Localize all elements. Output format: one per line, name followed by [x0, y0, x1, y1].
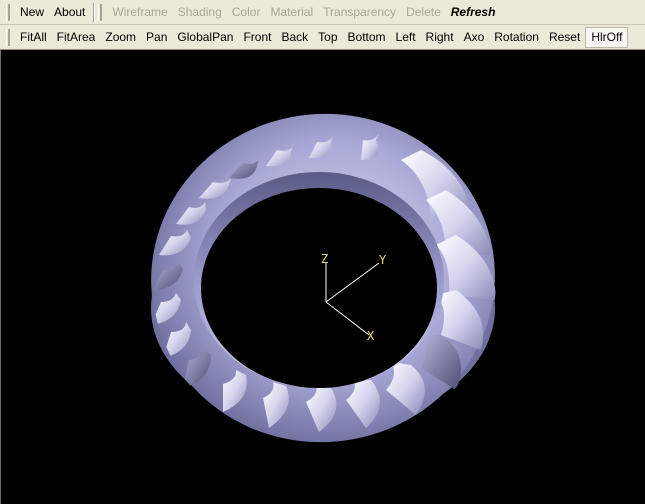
main-toolbar: New About Wireframe Shading Color Materi…: [0, 0, 645, 25]
about-button[interactable]: About: [49, 2, 90, 23]
right-view-button[interactable]: Right: [421, 27, 459, 48]
z-axis-label: Z: [321, 252, 328, 266]
shading-button[interactable]: Shading: [173, 2, 227, 23]
pan-button[interactable]: Pan: [141, 27, 172, 48]
color-button[interactable]: Color: [227, 2, 266, 23]
left-view-button[interactable]: Left: [391, 27, 421, 48]
toolbar-separator: [93, 2, 96, 22]
zoom-button[interactable]: Zoom: [100, 27, 141, 48]
toolbar-grip[interactable]: [6, 28, 10, 46]
top-view-button[interactable]: Top: [313, 27, 342, 48]
bottom-view-button[interactable]: Bottom: [343, 27, 391, 48]
material-button[interactable]: Material: [265, 2, 318, 23]
y-axis-label: Y: [379, 253, 387, 267]
hlroff-toggle-button[interactable]: HlrOff: [585, 26, 629, 48]
reset-button[interactable]: Reset: [544, 27, 585, 48]
toolbar-grip[interactable]: [6, 3, 10, 21]
turbine-rotor-model: [151, 113, 496, 443]
rotation-button[interactable]: Rotation: [489, 27, 544, 48]
wireframe-button[interactable]: Wireframe: [107, 2, 172, 23]
toolbar-grip[interactable]: [98, 3, 103, 21]
transparency-button[interactable]: Transparency: [318, 2, 401, 23]
globalpan-button[interactable]: GlobalPan: [172, 27, 238, 48]
fitall-button[interactable]: FitAll: [15, 27, 52, 48]
ring-hole: [201, 188, 437, 388]
viewport-canvas: Z Y X: [151, 113, 496, 443]
fitarea-button[interactable]: FitArea: [52, 27, 101, 48]
refresh-button[interactable]: Refresh: [446, 2, 501, 23]
front-view-button[interactable]: Front: [238, 27, 276, 48]
axo-view-button[interactable]: Axo: [459, 27, 490, 48]
back-view-button[interactable]: Back: [276, 27, 313, 48]
delete-button[interactable]: Delete: [401, 2, 446, 23]
view-toolbar: FitAll FitArea Zoom Pan GlobalPan Front …: [0, 25, 645, 50]
3d-viewport[interactable]: Z Y X: [0, 50, 645, 504]
new-button[interactable]: New: [15, 2, 49, 23]
x-axis-label: X: [367, 329, 375, 343]
